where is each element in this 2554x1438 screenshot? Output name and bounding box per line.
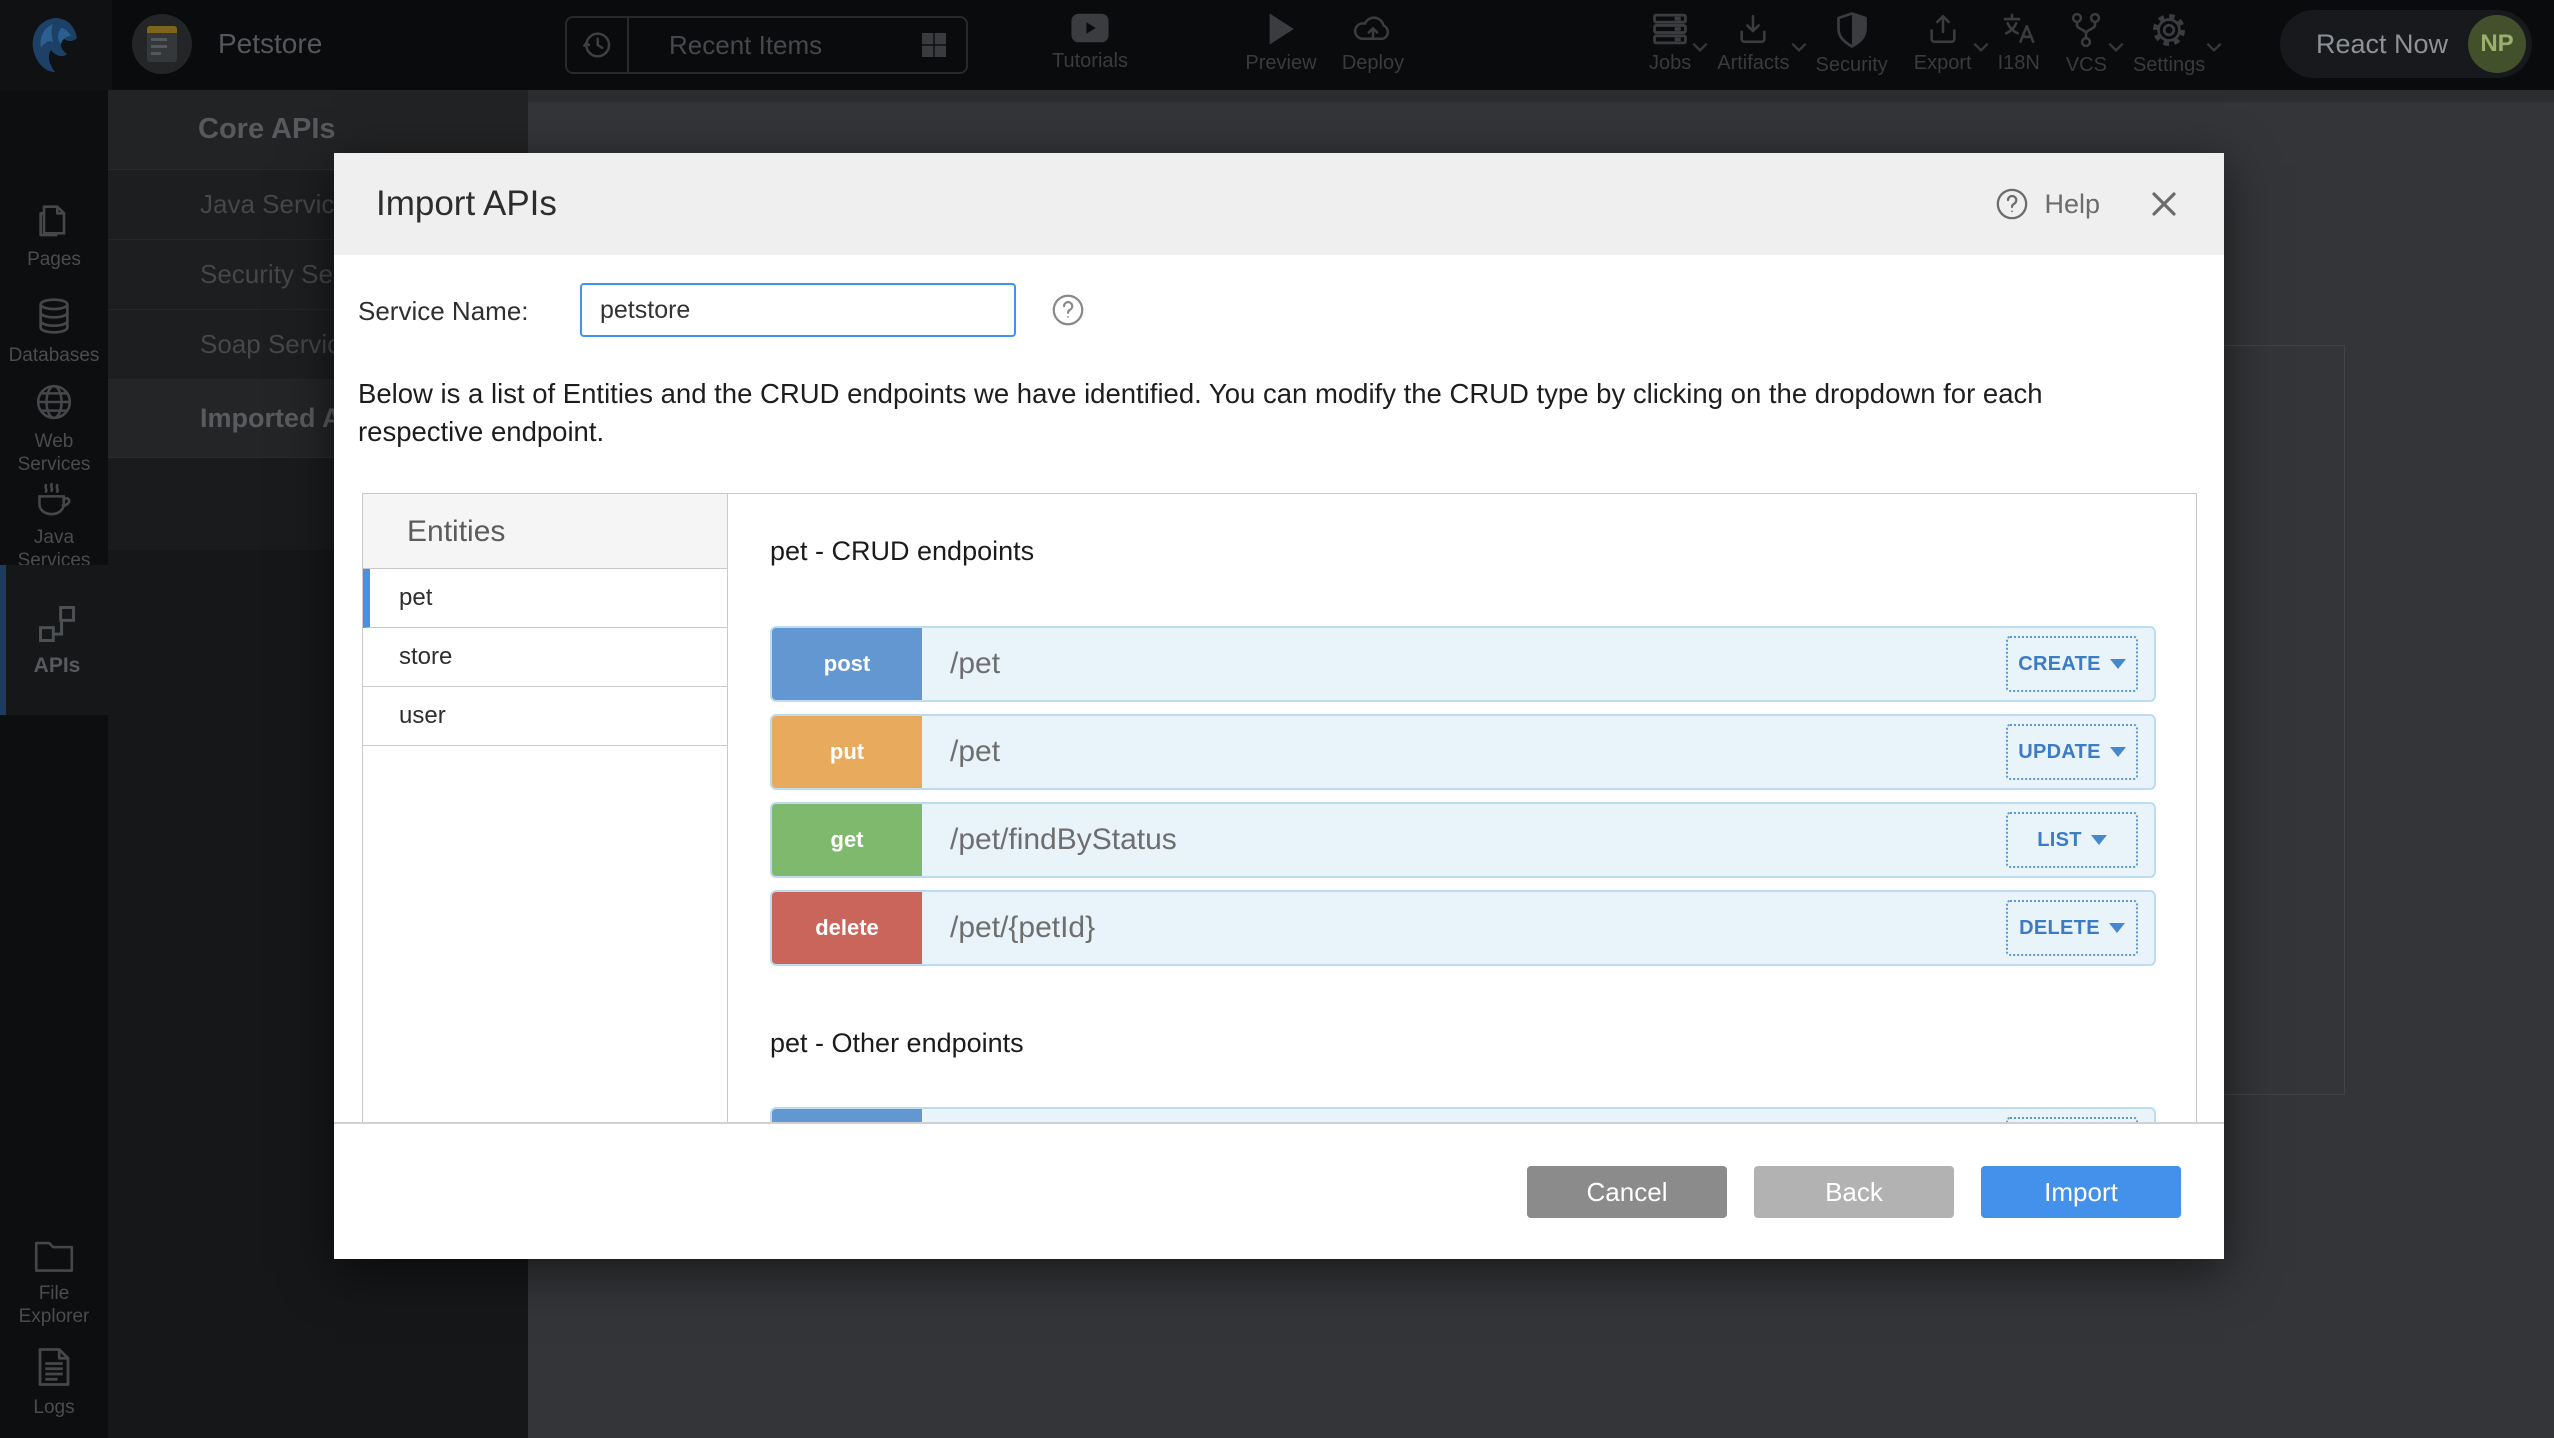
jobs-icon bbox=[1651, 12, 1689, 46]
crud-type-dropdown-update[interactable]: UPDATE bbox=[2006, 724, 2138, 780]
sidebar-item-apis[interactable]: APIs bbox=[0, 565, 108, 715]
export-icon bbox=[1925, 12, 1961, 46]
project-icon bbox=[132, 14, 192, 74]
database-icon bbox=[34, 296, 74, 336]
artifacts-icon bbox=[1735, 12, 1771, 46]
entities-endpoints-container: Entities pet store user pet - CRUD endpo… bbox=[362, 493, 2197, 1124]
caret-down-icon bbox=[2110, 659, 2126, 669]
wavemaker-studio: Petstore Recent Items bbox=[0, 0, 2554, 1438]
crud-type-dropdown-create[interactable]: CREATE bbox=[2006, 636, 2138, 692]
security-menu[interactable]: Security bbox=[1803, 12, 1901, 77]
vcs-menu[interactable]: VCS bbox=[2053, 12, 2120, 77]
apis-flow-icon bbox=[35, 602, 79, 646]
entity-item-user[interactable]: user bbox=[363, 687, 727, 746]
recent-items[interactable]: Recent Items bbox=[565, 16, 968, 74]
topbar: Petstore Recent Items bbox=[0, 0, 2554, 90]
translate-icon bbox=[2001, 12, 2037, 46]
user-avatar[interactable]: NP bbox=[2468, 15, 2526, 73]
canvas-toolbar-strip bbox=[528, 90, 2554, 102]
endpoints-panel: pet - CRUD endpoints post /pet CREATE pu… bbox=[728, 494, 2196, 1124]
crud-type-dropdown-delete[interactable]: DELETE bbox=[2006, 900, 2138, 956]
export-menu[interactable]: Export bbox=[1901, 12, 1985, 77]
endpoint-row-put-pet: put /pet UPDATE bbox=[770, 714, 2156, 790]
endpoint-path: /pet bbox=[950, 647, 1000, 681]
app-logo[interactable] bbox=[0, 0, 112, 90]
branch-icon bbox=[2069, 12, 2103, 48]
deploy-cloud-icon bbox=[1352, 12, 1394, 46]
caret-down-icon bbox=[2091, 835, 2107, 845]
scroll-divider bbox=[334, 1122, 2224, 1124]
tutorials-icon bbox=[1070, 12, 1110, 44]
artifacts-menu[interactable]: Artifacts bbox=[1704, 12, 1802, 77]
sidebar-item-web-services[interactable]: Web Services bbox=[0, 382, 108, 476]
crud-section-heading: pet - CRUD endpoints bbox=[770, 536, 2156, 567]
tutorials-button[interactable]: Tutorials bbox=[1035, 12, 1145, 73]
recent-items-label: Recent Items bbox=[629, 30, 918, 61]
cancel-button[interactable]: Cancel bbox=[1527, 1166, 1727, 1218]
pages-icon bbox=[34, 200, 74, 240]
method-badge-post: post bbox=[772, 628, 922, 700]
react-now-button[interactable]: React Now NP bbox=[2280, 10, 2532, 78]
back-button[interactable]: Back bbox=[1754, 1166, 1954, 1218]
sidebar-item-logs[interactable]: Logs bbox=[0, 1346, 108, 1419]
preview-play-icon bbox=[1266, 12, 1296, 46]
chevron-down-icon bbox=[2206, 42, 2222, 52]
import-apis-modal: Import APIs Help Service Name: bbox=[334, 153, 2224, 1259]
endpoint-row-delete-petid: delete /pet/{petId} DELETE bbox=[770, 890, 2156, 966]
project-name: Petstore bbox=[218, 28, 322, 60]
entities-list: Entities pet store user bbox=[363, 494, 728, 1124]
method-badge-delete: delete bbox=[772, 892, 922, 964]
entity-item-pet[interactable]: pet bbox=[363, 569, 727, 628]
history-icon bbox=[567, 18, 629, 72]
close-icon[interactable] bbox=[2146, 186, 2182, 222]
service-name-input[interactable] bbox=[580, 283, 1016, 337]
entity-item-store[interactable]: store bbox=[363, 628, 727, 687]
wave-logo-icon bbox=[29, 16, 83, 74]
endpoint-row-post-pet: post /pet CREATE bbox=[770, 626, 2156, 702]
caret-down-icon bbox=[2110, 747, 2126, 757]
security-shield-icon bbox=[1836, 12, 1868, 48]
sidebar-item-databases[interactable]: Databases bbox=[0, 296, 108, 367]
deploy-button[interactable]: Deploy bbox=[1318, 12, 1428, 75]
modal-description: Below is a list of Entities and the CRUD… bbox=[358, 375, 2170, 451]
modal-footer: Cancel Back Import bbox=[1527, 1166, 2181, 1218]
import-button[interactable]: Import bbox=[1981, 1166, 2181, 1218]
modal-title: Import APIs bbox=[376, 153, 557, 255]
method-badge-put: put bbox=[772, 716, 922, 788]
gear-icon bbox=[2151, 12, 2187, 48]
project-switcher[interactable]: Petstore bbox=[132, 14, 322, 74]
caret-down-icon bbox=[2109, 923, 2125, 933]
endpoint-row-get-findbystatus: get /pet/findByStatus LIST bbox=[770, 802, 2156, 878]
modal-header: Import APIs Help bbox=[334, 153, 2224, 255]
entities-header: Entities bbox=[363, 494, 727, 569]
sidebar-item-java-services[interactable]: Java Services bbox=[0, 478, 108, 572]
question-circle-icon[interactable] bbox=[1050, 292, 1086, 328]
left-rail: Pages Databases Web Services bbox=[0, 90, 108, 1438]
i18n-menu[interactable]: I18N bbox=[1985, 12, 2053, 77]
sidebar-item-pages[interactable]: Pages bbox=[0, 200, 108, 271]
other-section-heading: pet - Other endpoints bbox=[770, 1028, 2156, 1059]
method-badge-get: get bbox=[772, 804, 922, 876]
folder-icon bbox=[33, 1238, 75, 1274]
grid-icon[interactable] bbox=[918, 29, 950, 61]
sidebar-item-file-explorer[interactable]: File Explorer bbox=[0, 1238, 108, 1328]
help-button[interactable]: Help bbox=[1995, 153, 2100, 255]
topbar-tools: Jobs Artifacts bbox=[1636, 12, 2218, 77]
jobs-menu[interactable]: Jobs bbox=[1636, 12, 1704, 77]
globe-icon bbox=[34, 382, 74, 422]
endpoint-path: /pet/findByStatus bbox=[950, 823, 1177, 857]
crud-type-dropdown-list[interactable]: LIST bbox=[2006, 812, 2138, 868]
coffee-cup-icon bbox=[33, 478, 75, 518]
endpoint-path: /pet bbox=[950, 735, 1000, 769]
settings-menu[interactable]: Settings bbox=[2120, 12, 2218, 77]
service-name-label: Service Name: bbox=[358, 283, 529, 339]
log-file-icon bbox=[35, 1346, 73, 1388]
endpoint-path: /pet/{petId} bbox=[950, 911, 1095, 945]
help-circle-icon bbox=[1995, 187, 2029, 221]
